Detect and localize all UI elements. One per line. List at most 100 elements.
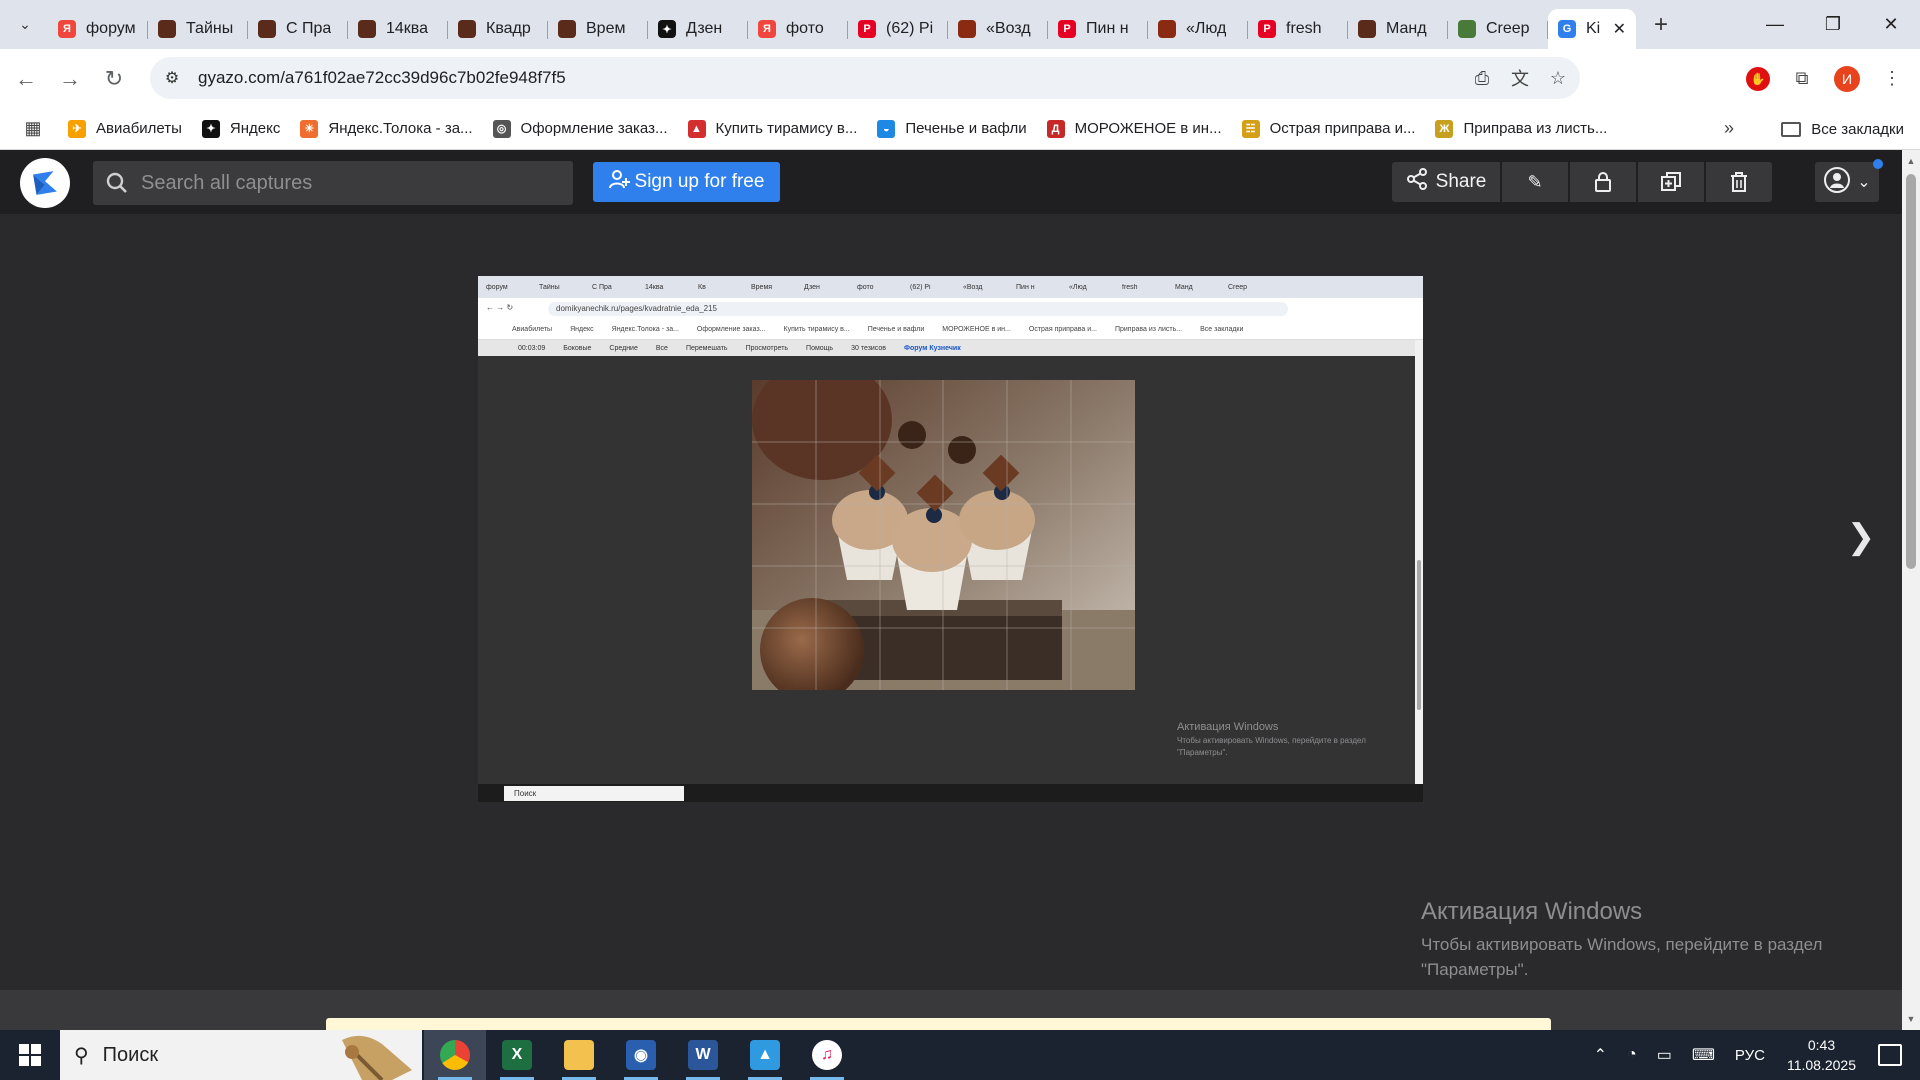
sign-up-button[interactable]: Sign up for free: [593, 162, 780, 202]
taskbar-app-photos[interactable]: ▲: [734, 1030, 796, 1080]
bookmark-item[interactable]: ✈ Авиабилеты: [68, 119, 182, 138]
gyazo-logo-icon[interactable]: [20, 158, 70, 208]
notification-dot: [1873, 159, 1883, 169]
extensions-puzzle-icon[interactable]: ⧉: [1790, 67, 1814, 91]
bookmark-item[interactable]: ☵ Острая приправа и...: [1241, 119, 1415, 138]
sign-up-label: Sign up for free: [634, 171, 765, 192]
tab[interactable]: Яфорум: [48, 9, 148, 49]
taskbar-app-itunes[interactable]: ♫: [796, 1030, 858, 1080]
taskbar-app-excel[interactable]: X: [486, 1030, 548, 1080]
tab-label: Квадр: [486, 20, 531, 37]
bookmark-item[interactable]: ✦ Яндекс: [201, 119, 280, 138]
tab-search-chevron-icon[interactable]: ⌄: [8, 8, 42, 42]
reload-icon[interactable]: ↻: [96, 61, 132, 97]
capture-menu-item: 00:03:09: [518, 344, 546, 352]
tab[interactable]: Манд: [1348, 9, 1448, 49]
network-icon[interactable]: ◔: [1627, 1046, 1637, 1064]
bookmark-item[interactable]: ✳ Яндекс.Толока - за...: [300, 119, 473, 138]
scroll-thumb[interactable]: [1906, 174, 1916, 569]
bookmark-star-icon[interactable]: ☆: [1546, 66, 1570, 90]
scroll-down-icon[interactable]: ▼: [1905, 1014, 1917, 1026]
bookmark-item[interactable]: ▲ Купить тирамису в...: [687, 119, 858, 138]
capture-bookmark-label: Купить тирамису в...: [783, 326, 850, 333]
tab[interactable]: Pfresh: [1248, 9, 1348, 49]
tab[interactable]: Яфото: [748, 9, 848, 49]
tab-favicon-icon: P: [1258, 20, 1276, 38]
minimize-icon[interactable]: —: [1746, 0, 1804, 49]
taskbar-search-box[interactable]: ⚲ Поиск: [60, 1030, 422, 1080]
signup-banner[interactable]: [326, 1018, 1551, 1030]
menu-kebab-icon[interactable]: ⋮: [1880, 67, 1904, 91]
capture-tab-label: Creep: [1228, 283, 1248, 291]
lock-icon[interactable]: [1570, 162, 1636, 202]
scroll-up-icon[interactable]: ▲: [1905, 156, 1917, 168]
address-bar[interactable]: ⚙ gyazo.com/a761f02ae72cc39d96c7b02fe948…: [150, 57, 1580, 99]
all-bookmarks-button[interactable]: Все закладки: [1781, 108, 1904, 150]
captured-screenshot[interactable]: форум Тайны С Пра 14ква Кв Время Дзен фото (62) …: [478, 276, 1423, 802]
capture-tab-label: Время: [751, 283, 773, 291]
back-icon[interactable]: ←: [8, 61, 44, 97]
tab[interactable]: Creep: [1448, 9, 1548, 49]
capture-activation-title: Активация Windows: [1177, 721, 1279, 733]
tab[interactable]: P (62) Pi: [848, 9, 948, 49]
tab[interactable]: Тайны: [148, 9, 248, 49]
toolbar-right: ✋ ⧉ И ⋮: [1746, 49, 1920, 108]
tab[interactable]: P Пин н: [1048, 9, 1148, 49]
windows-start-icon[interactable]: [0, 1030, 60, 1080]
taskbar-app-file-explorer[interactable]: [548, 1030, 610, 1080]
tab[interactable]: 14ква: [348, 9, 448, 49]
next-capture-chevron-icon[interactable]: ❯: [1846, 512, 1876, 562]
url-text[interactable]: gyazo.com/a761f02ae72cc39d96c7b02fe948f7…: [198, 68, 566, 88]
share-button[interactable]: Share: [1392, 162, 1500, 202]
bookmark-label: Авиабилеты: [96, 120, 182, 137]
tab-active[interactable]: G Ki ✕: [1548, 9, 1636, 49]
tab[interactable]: «Люд: [1148, 9, 1248, 49]
page-scrollbar[interactable]: ▲ ▼: [1902, 150, 1920, 1030]
tab-favicon-icon: Я: [58, 20, 76, 38]
capture-menu-item: 30 тезисов: [851, 344, 887, 352]
apps-grid-icon[interactable]: ▦: [18, 114, 48, 144]
tab[interactable]: Квадр: [448, 9, 548, 49]
user-menu-button[interactable]: ⌄: [1815, 162, 1879, 202]
media-app-icon: ◉: [626, 1040, 656, 1070]
bookmark-favicon-icon: ◎: [492, 119, 511, 138]
capture-bookmarks-bar: Авиабилеты Яндекс Яндекс.Толока - за... Офо…: [478, 320, 1423, 340]
bookmark-item[interactable]: Д МОРОЖЕНОЕ в ин...: [1046, 119, 1222, 138]
install-app-icon[interactable]: ⎙: [1470, 66, 1494, 90]
close-window-icon[interactable]: ✕: [1862, 0, 1920, 49]
taskbar-app-chrome[interactable]: [424, 1030, 486, 1080]
bookmark-item[interactable]: ◎ Оформление заказ...: [492, 119, 668, 138]
restore-icon[interactable]: ❐: [1804, 0, 1862, 49]
gyazo-search-input[interactable]: Search all captures: [93, 161, 573, 205]
clock[interactable]: 0:43 11.08.2025: [1787, 1035, 1856, 1075]
bookmarks-overflow-icon[interactable]: »: [1724, 118, 1734, 139]
new-tab-button[interactable]: +: [1646, 10, 1676, 40]
site-info-icon[interactable]: ⚙: [156, 62, 188, 94]
taskbar-app-word[interactable]: W: [672, 1030, 734, 1080]
capture-bookmark-label: Яндекс.Толока - за...: [611, 326, 679, 333]
keyboard-icon[interactable]: ⌨: [1692, 1045, 1715, 1065]
tab-label: «Возд: [986, 20, 1031, 37]
add-user-icon: [608, 169, 631, 195]
bookmark-label: Купить тирамису в...: [715, 120, 858, 137]
edit-pencil-icon[interactable]: ✎: [1502, 162, 1568, 202]
tray-chevron-up-icon[interactable]: ⌃: [1594, 1045, 1607, 1065]
bookmark-item[interactable]: ◒ Печенье и вафли: [877, 119, 1027, 138]
taskbar-app-media-app[interactable]: ◉: [610, 1030, 672, 1080]
bookmark-item[interactable]: Ж Приправа из листь...: [1435, 119, 1607, 138]
extension-adblock-icon[interactable]: ✋: [1746, 66, 1770, 91]
tab[interactable]: ✦ Дзен: [648, 9, 748, 49]
delete-trash-icon[interactable]: [1706, 162, 1772, 202]
battery-icon[interactable]: ▭: [1657, 1045, 1672, 1065]
tab[interactable]: С Пра: [248, 9, 348, 49]
profile-avatar[interactable]: И: [1834, 65, 1860, 92]
tab[interactable]: Врем: [548, 9, 648, 49]
tab[interactable]: «Возд: [948, 9, 1048, 49]
input-language[interactable]: РУС: [1735, 1047, 1765, 1064]
duplicate-icon[interactable]: [1638, 162, 1704, 202]
translate-icon[interactable]: 文: [1508, 66, 1532, 90]
forward-icon[interactable]: →: [52, 61, 88, 97]
tab-close-icon[interactable]: ✕: [1613, 19, 1626, 39]
notifications-icon[interactable]: [1878, 1044, 1902, 1066]
bookmark-favicon-icon: ✳: [300, 119, 319, 138]
